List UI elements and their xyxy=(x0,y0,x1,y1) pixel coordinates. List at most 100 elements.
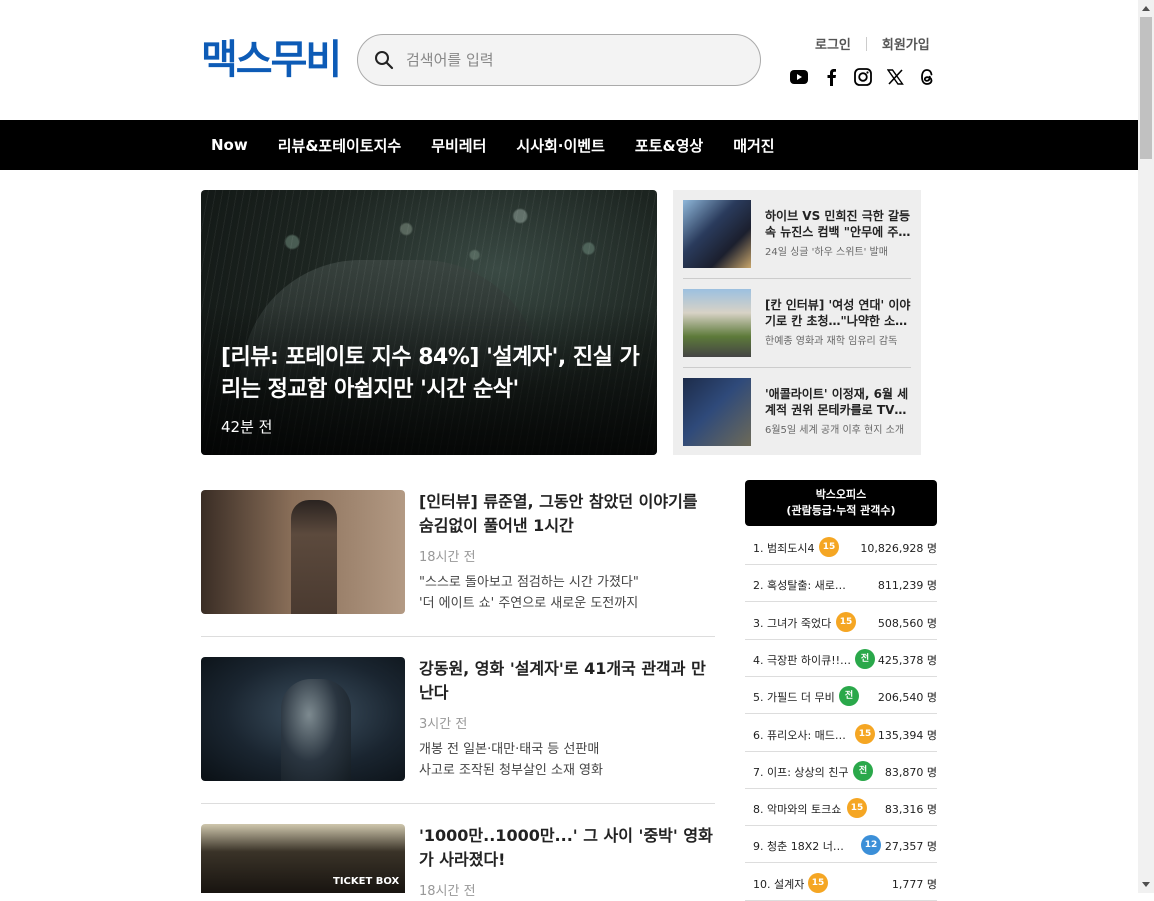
instagram-icon[interactable] xyxy=(854,67,872,87)
nav-item-review[interactable]: 리뷰&포테이토지수 xyxy=(278,135,401,156)
box-office-count: 135,394 명 xyxy=(877,728,937,742)
box-office-row[interactable]: 3. 그녀가 죽었다 15 508,560 명 xyxy=(745,604,937,640)
article-thumb[interactable] xyxy=(201,657,405,781)
threads-icon[interactable] xyxy=(918,67,936,87)
youtube-icon[interactable] xyxy=(790,67,808,87)
box-office-movie-name[interactable]: 8. 악마와의 토크쇼 xyxy=(753,801,841,817)
article-time: 3시간 전 xyxy=(419,717,468,732)
search-icon[interactable] xyxy=(374,50,394,70)
nav-item-magazine[interactable]: 매거진 xyxy=(733,135,774,156)
box-office-row[interactable]: 8. 악마와의 토크쇼 15 83,316 명 xyxy=(745,790,937,827)
box-office-movie-name[interactable]: 3. 그녀가 죽었다 xyxy=(753,615,831,631)
box-office-count: 811,239 명 xyxy=(877,579,937,593)
nav-item-events[interactable]: 시사회·이벤트 xyxy=(516,135,605,156)
rating-badge: 전 xyxy=(853,760,873,781)
article-thumb[interactable] xyxy=(201,490,405,614)
side-news-sub: 한예종 영화과 재학 임유리 감독 xyxy=(765,336,898,347)
scroll-up-arrow-icon[interactable] xyxy=(1142,6,1150,11)
side-news-thumb[interactable] xyxy=(683,289,751,357)
side-news-sub: 6월5일 세계 공개 이후 현지 소개 xyxy=(765,425,905,436)
box-office-count: 1,777 명 xyxy=(891,877,937,891)
box-office-row[interactable]: 2. 혹성탈출: 새로운 시대 811,239 명 xyxy=(745,566,937,603)
side-news-item[interactable]: '애콜라이트' 이정재, 6월 세계적 권위 몬테카를로 TV… 6월5일 세계… xyxy=(683,368,911,448)
article-desc: 사고로 조작된 청부살인 소재 영화 xyxy=(419,763,603,778)
article-thumb-figure xyxy=(291,500,337,614)
box-office-row[interactable]: 1. 범죄도시4 15 10,826,928 명 xyxy=(745,529,937,565)
article-desc: '더 에이트 쇼' 주연으로 새로운 도전까지 xyxy=(419,596,639,611)
box-office-row[interactable]: 9. 청춘 18X2 너에… 12 27,357 명 xyxy=(745,827,937,864)
page-scrollbar[interactable] xyxy=(1138,0,1154,893)
article-title[interactable]: 강동원, 영화 '설계자'로 41개국 관객과 만난다 xyxy=(419,657,715,705)
box-office-movie-name[interactable]: 4. 극장판 하이큐!!… xyxy=(753,652,851,668)
box-office-count: 27,357 명 xyxy=(884,840,937,854)
rating-badge: 전 xyxy=(855,648,875,669)
box-office-title: 박스오피스 xyxy=(815,488,867,501)
box-office: 박스오피스 (관람등급·누적 관객수) 1. 범죄도시4 15 10,826,928… xyxy=(745,480,937,901)
box-office-movie-name[interactable]: 5. 가필드 더 무비 xyxy=(753,689,835,705)
article-thumb-figure xyxy=(281,679,351,781)
box-office-header: 박스오피스 (관람등급·누적 관객수) xyxy=(745,480,937,526)
facebook-icon[interactable] xyxy=(822,67,840,87)
box-office-movie-name[interactable]: 1. 범죄도시4 xyxy=(753,540,814,556)
box-office-row[interactable]: 10. 설계자 15 1,777 명 xyxy=(745,865,937,901)
auth-links: 로그인 회원가입 xyxy=(815,34,930,53)
side-news-title[interactable]: '애콜라이트' 이정재, 6월 세계적 권위 몬테카를로 TV… xyxy=(765,386,911,418)
search-input[interactable] xyxy=(406,45,736,75)
scrollbar-thumb[interactable] xyxy=(1140,17,1152,159)
article-time: 18시간 전 xyxy=(419,884,476,899)
nav-item-now[interactable]: Now xyxy=(211,136,248,154)
main-nav: Now 리뷰&포테이토지수 무비레터 시사회·이벤트 포토&영상 매거진 xyxy=(0,120,1138,170)
hero-article[interactable]: [리뷰: 포테이토 지수 84%] '설계자', 진실 가리는 정교함 아쉽지만… xyxy=(201,190,657,455)
social-links xyxy=(790,67,936,87)
box-office-movie-name[interactable]: 9. 청춘 18X2 너에… xyxy=(753,838,853,854)
box-office-row[interactable]: 4. 극장판 하이큐!!… 전 425,378 명 xyxy=(745,641,937,677)
rating-badge: 15 xyxy=(819,537,839,557)
hero-title[interactable]: [리뷰: 포테이토 지수 84%] '설계자', 진실 가리는 정교함 아쉽지만… xyxy=(221,342,641,406)
rating-badge: 15 xyxy=(855,723,875,744)
article-thumb-sign: TICKET BOX xyxy=(333,876,400,887)
article-divider xyxy=(201,803,715,804)
article-desc: "스스로 돌아보고 점검하는 시간 가졌다" xyxy=(419,575,639,590)
box-office-row[interactable]: 5. 가필드 더 무비 전 206,540 명 xyxy=(745,678,937,715)
side-news-thumb[interactable] xyxy=(683,200,751,268)
box-office-count: 83,870 명 xyxy=(884,765,937,779)
x-icon[interactable] xyxy=(886,67,904,87)
box-office-row[interactable]: 7. 이프: 상상의 친구 전 83,870 명 xyxy=(745,753,937,789)
site-logo[interactable]: 맥스무비 xyxy=(201,36,342,84)
signup-link[interactable]: 회원가입 xyxy=(882,34,930,53)
nav-item-movieletter[interactable]: 무비레터 xyxy=(431,135,486,156)
scroll-down-arrow-icon[interactable] xyxy=(1142,882,1150,887)
box-office-count: 508,560 명 xyxy=(877,616,937,630)
rating-badge: 15 xyxy=(836,611,856,632)
box-office-count: 10,826,928 명 xyxy=(860,542,937,555)
side-news-thumb[interactable] xyxy=(683,378,751,446)
box-office-count: 83,316 명 xyxy=(884,803,937,817)
article-desc: 개봉 전 일본·대만·태국 등 선판매 xyxy=(419,742,600,757)
login-link[interactable]: 로그인 xyxy=(815,34,851,53)
box-office-row[interactable]: 6. 퓨리오사: 매드… 15 135,394 명 xyxy=(745,716,937,752)
article-thumb[interactable]: TICKET BOX xyxy=(201,824,405,893)
rating-badge: 12 xyxy=(861,835,881,856)
side-news-title[interactable]: 하이브 VS 민희진 극한 갈등 속 뉴진스 컴백 "안무에 주… xyxy=(765,208,911,240)
site-header: 맥스무비 로그인 회원가입 xyxy=(0,0,1138,120)
side-news-item[interactable]: [칸 인터뷰] '여성 연대' 이야기로 칸 초청…"나약한 소… 한예종 영화… xyxy=(683,279,911,359)
box-office-movie-name[interactable]: 7. 이프: 상상의 친구 xyxy=(753,764,849,780)
nav-item-photo-video[interactable]: 포토&영상 xyxy=(635,135,703,156)
search-box[interactable] xyxy=(357,34,761,86)
box-office-subtitle: (관람등급·누적 관객수) xyxy=(786,504,896,517)
article-title[interactable]: [인터뷰] 류준열, 그동안 참았던 이야기를 숨김없이 풀어낸 1시간 xyxy=(419,490,715,538)
side-news-title[interactable]: [칸 인터뷰] '여성 연대' 이야기로 칸 초청…"나약한 소… xyxy=(765,297,911,329)
box-office-count: 425,378 명 xyxy=(877,653,937,667)
rating-badge: 전 xyxy=(839,686,859,707)
side-news-sub: 24일 싱글 '하우 스위트' 발매 xyxy=(765,247,888,258)
rating-badge: 15 xyxy=(847,798,867,819)
article-title[interactable]: '1000만..1000만...' 그 사이 '중박' 영화가 사라졌다! xyxy=(419,824,715,872)
box-office-movie-name[interactable]: 10. 설계자 xyxy=(753,876,804,892)
article-time: 18시간 전 xyxy=(419,550,476,565)
auth-divider xyxy=(865,36,867,51)
box-office-movie-name[interactable]: 6. 퓨리오사: 매드… xyxy=(753,727,846,743)
side-news-item[interactable]: 하이브 VS 민희진 극한 갈등 속 뉴진스 컴백 "안무에 주… 24일 싱글… xyxy=(683,190,911,270)
box-office-movie-name[interactable]: 2. 혹성탈출: 새로운 시대 xyxy=(753,577,853,593)
rating-badge: 15 xyxy=(808,872,828,893)
side-news: 하이브 VS 민희진 극한 갈등 속 뉴진스 컴백 "안무에 주… 24일 싱글… xyxy=(673,190,921,455)
